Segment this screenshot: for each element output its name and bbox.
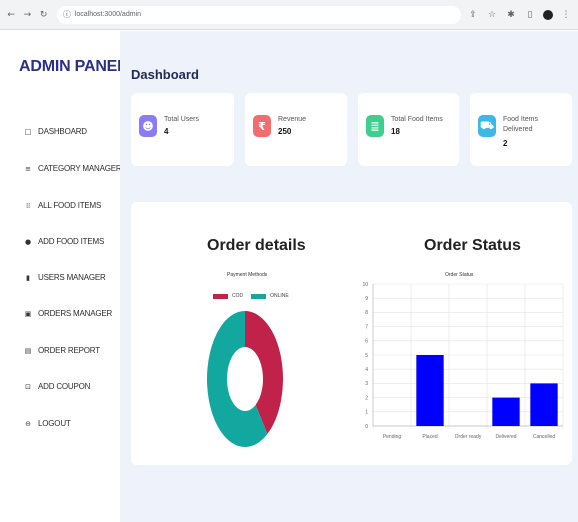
sidebar-item-label: DASHBOARD [38,127,87,136]
sidebar-item-label: ALL FOOD ITEMS [38,201,102,210]
sidebar-item-orders-manager[interactable]: ▣ ORDERS MANAGER [24,309,113,318]
report-icon: ▤ [24,346,32,355]
sidebar-item-dashboard[interactable]: □ DASHBOARD [24,127,87,136]
payment-methods-pie-chart [207,311,283,447]
sidebar-item-all-food-items[interactable]: ⁞⁞ ALL FOOD ITEMS [24,201,101,210]
page-title: Dashboard [131,67,199,82]
main-content: Dashboard ☻ Total Users 4 ₹ Revenue 2 50 … [120,31,578,522]
truck-icon: ⛟ [478,115,496,137]
share-icon[interactable]: ⇪ [467,9,479,21]
forward-arrow-icon[interactable]: → [22,9,32,21]
stat-value: 18 [391,127,400,136]
bar-placed[interactable] [416,355,444,426]
charts-panel: Order details Order Status Payment Metho… [131,202,572,465]
order-details-title: Order details [207,237,306,254]
browser-toolbar: ← → ↻ ⓘ localhost:3000/admin ⇪ ☆ ✱ ▯ ⋮ [0,0,578,30]
stat-card-revenue: ₹ Revenue 250 [245,93,347,166]
y-tick-label: 10 [362,282,368,288]
extensions-icon[interactable]: ✱ [505,9,517,21]
stat-value: 4 [164,127,169,136]
sidebar: ADMIN PANEL □ DASHBOARD ≡ CATEGORY MANAG… [0,31,127,522]
stat-label: Total Users [164,116,200,123]
stat-card-food-items-delivered: ⛟ Food Items Delivered 2 [470,93,572,166]
rupee-icon: ₹ [253,115,271,137]
x-tick-label: Delivered [495,434,516,440]
profile-avatar[interactable] [543,9,554,20]
x-tick-label: Placed [422,434,438,440]
x-tick-label: Cancelled [533,434,555,440]
square-icon: □ [24,127,32,136]
box-icon: ▣ [24,309,32,318]
back-arrow-icon[interactable]: ← [6,9,16,21]
sidepanel-icon[interactable]: ▯ [524,9,536,21]
pie-chart-title: Payment Methods [227,272,268,278]
y-tick-label: 9 [365,296,368,302]
order-status-bar-chart: 0 1 2 3 4 5 6 7 8 9 10 Pending Placed Order ready Deli… [362,282,564,440]
brand-title: ADMIN PANEL [19,58,127,75]
x-tick-label: Order ready [455,434,482,440]
sidebar-item-label: USERS MANAGER [38,273,106,282]
sidebar-item-label: ADD COUPON [38,382,91,391]
legend-swatch-online [251,293,267,299]
sidebar-item-add-coupon[interactable]: ⊡ ADD COUPON [24,382,90,391]
grid-icon: ⁞⁞ [25,201,31,210]
sidebar-item-add-food-items[interactable]: ● ADD FOOD ITEMS [24,237,104,246]
stat-label: Total Food Items [391,116,443,123]
bar-delivered[interactable] [492,397,520,426]
stat-label: Food Items Delivered [503,116,539,133]
stat-card-total-users: ☻ Total Users 4 [131,93,234,166]
legend-label-online: ONLINE [270,293,289,299]
x-tick-label: Pending [383,434,402,440]
sidebar-item-order-report[interactable]: ▤ ORDER REPORT [24,346,100,355]
legend-label-cod: COD [232,293,244,299]
stat-value: 250 [278,127,292,136]
sidebar-item-users-manager[interactable]: ▮ USERS MANAGER [24,273,106,282]
user-icon: ▮ [26,273,30,282]
browser-window: ← → ↻ ⓘ localhost:3000/admin ⇪ ☆ ✱ ▯ ⋮ A… [0,0,578,522]
y-tick-label: 5 [365,353,368,359]
logout-icon: ⊖ [25,419,31,428]
sidebar-item-category-manager[interactable]: ≡ CATEGORY MANAGER [24,164,122,173]
menu-dots-icon[interactable]: ⋮ [560,9,572,21]
address-bar[interactable]: ⓘ localhost:3000/admin [56,5,462,24]
y-tick-label: 0 [365,424,368,430]
sidebar-item-label: ORDERS MANAGER [38,309,113,318]
reload-icon[interactable]: ↻ [39,9,49,21]
list-icon: ≡ [25,164,31,173]
sidebar-item-label: LOGOUT [38,419,71,428]
star-icon[interactable]: ☆ [486,9,498,21]
legend-swatch-cod [213,293,228,299]
y-tick-label: 1 [365,410,368,416]
users-icon: ☻ [139,115,157,137]
y-tick-label: 6 [365,339,368,345]
burger-icon: ≣ [366,115,384,137]
sidebar-item-label: ORDER REPORT [38,346,100,355]
pie-legend: COD ONLINE [213,293,289,299]
stat-card-total-food-items: ≣ Total Food Items 18 [358,93,459,166]
stat-value: 2 [503,139,508,148]
sidebar-item-logout[interactable]: ⊖ LOGOUT [24,419,71,428]
y-tick-label: 7 [365,324,368,330]
coupon-icon: ⊡ [25,382,31,391]
y-tick-label: 2 [365,395,368,401]
sidebar-item-label: ADD FOOD ITEMS [38,237,105,246]
url-text: localhost:3000/admin [74,11,141,18]
order-status-title: Order Status [424,237,521,254]
plus-bag-icon: ● [25,237,31,246]
stat-label: Revenue [278,116,307,123]
sidebar-item-label: CATEGORY MANAGER [38,164,122,173]
y-tick-label: 8 [365,310,368,316]
y-tick-label: 3 [365,381,368,387]
bar-cancelled[interactable] [530,383,558,426]
y-tick-label: 4 [365,367,368,373]
info-icon[interactable]: ⓘ [63,9,71,20]
